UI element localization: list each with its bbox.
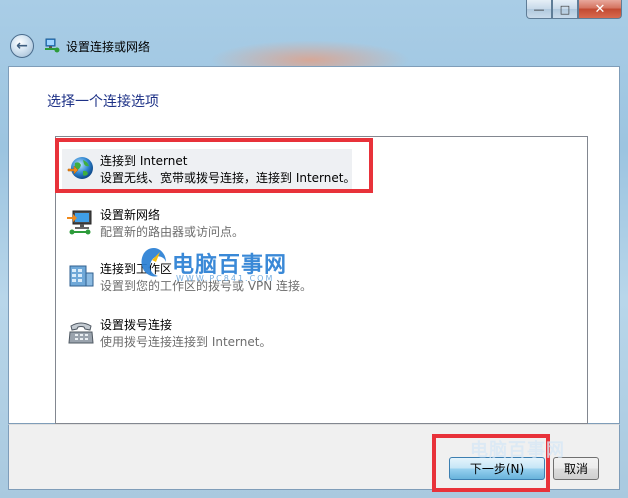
dialog-window: — □ ✕ ← 设置连接或网络 选择一个连接选项 连接到 Internet 设置…	[0, 0, 628, 498]
option-dialup[interactable]: 设置拨号连接 使用拨号连接连接到 Internet。	[62, 313, 352, 353]
workplace-icon	[66, 261, 96, 291]
corner-watermark-text: 电脑百事网	[470, 440, 565, 461]
minimize-button[interactable]: —	[526, 0, 552, 19]
option-title: 设置新网络	[100, 208, 161, 222]
page-heading: 选择一个连接选项	[47, 94, 159, 110]
corner-watermark: 电脑百事网	[470, 436, 565, 462]
option-description: 使用拨号连接连接到 Internet。	[100, 335, 272, 349]
close-button[interactable]: ✕	[578, 0, 622, 19]
watermark-logo-icon	[138, 246, 170, 280]
router-icon	[66, 207, 96, 237]
option-description: 配置新的路由器或访问点。	[100, 225, 245, 239]
window-title: 设置连接或网络	[66, 39, 151, 54]
back-button[interactable]: ←	[10, 34, 34, 58]
nav-row: ← 设置连接或网络	[10, 32, 150, 60]
watermark: 电脑百事网 WWW.PC841.COM	[138, 246, 287, 283]
maximize-button[interactable]: □	[552, 0, 578, 19]
caption-buttons: — □ ✕	[526, 0, 622, 20]
network-setup-icon	[44, 38, 60, 54]
phone-icon	[66, 317, 96, 347]
option-new-network[interactable]: 设置新网络 配置新的路由器或访问点。	[62, 203, 352, 243]
highlight-box-option	[55, 138, 373, 193]
watermark-url: WWW.PC841.COM	[176, 274, 275, 283]
back-arrow-icon: ←	[16, 38, 28, 54]
option-title: 设置拨号连接	[100, 318, 173, 332]
